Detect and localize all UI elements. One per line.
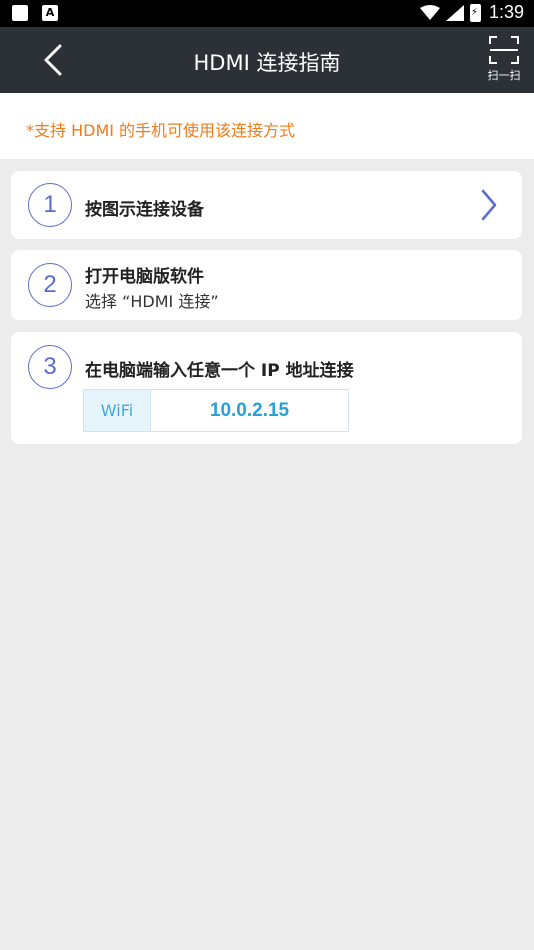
step-title-3: 在电脑端输入任意一个 IP 地址连接 <box>85 361 354 381</box>
notification-icons: A <box>12 5 58 21</box>
notice-text: *支持 HDMI 的手机可使用该连接方式 <box>26 121 296 140</box>
step-title-1: 按图示连接设备 <box>85 200 204 220</box>
step-number-3: 3 <box>28 345 72 389</box>
chevron-right-icon <box>481 189 497 221</box>
status-bar: A ⚡ 1:39 <box>0 0 534 27</box>
notification-square-icon <box>12 5 28 21</box>
signal-icon <box>445 4 464 21</box>
step-title-2: 打开电脑版软件 <box>85 267 204 287</box>
app-bar: HDMI 连接指南 扫一扫 <box>0 27 534 93</box>
system-indicators: ⚡ 1:39 <box>419 2 524 23</box>
ip-address-value: 10.0.2.15 <box>209 400 290 421</box>
ip-network-label: WiFi <box>84 390 151 431</box>
step-number-2: 2 <box>28 263 72 307</box>
scan-label: 扫一扫 <box>487 69 521 82</box>
page-title: HDMI 连接指南 <box>193 51 341 75</box>
step-card-3: 3 在电脑端输入任意一个 IP 地址连接 WiFi 10.0.2.15 <box>11 332 522 444</box>
step-subtitle-2: 选择 “HDMI 连接” <box>85 292 219 311</box>
clock: 1:39 <box>488 2 524 22</box>
notice-banner: *支持 HDMI 的手机可使用该连接方式 <box>0 93 534 159</box>
step-card-2: 2 打开电脑版软件 选择 “HDMI 连接” <box>11 250 522 320</box>
scan-icon <box>489 36 519 64</box>
battery-icon: ⚡ <box>469 3 481 22</box>
scan-button[interactable]: 扫一扫 <box>482 35 526 87</box>
step-card-1[interactable]: 1 按图示连接设备 <box>11 171 522 239</box>
notification-a-icon: A <box>42 5 58 21</box>
step-number-1: 1 <box>28 183 72 227</box>
ip-address-box: WiFi 10.0.2.15 <box>83 389 349 432</box>
wifi-icon <box>419 4 440 20</box>
